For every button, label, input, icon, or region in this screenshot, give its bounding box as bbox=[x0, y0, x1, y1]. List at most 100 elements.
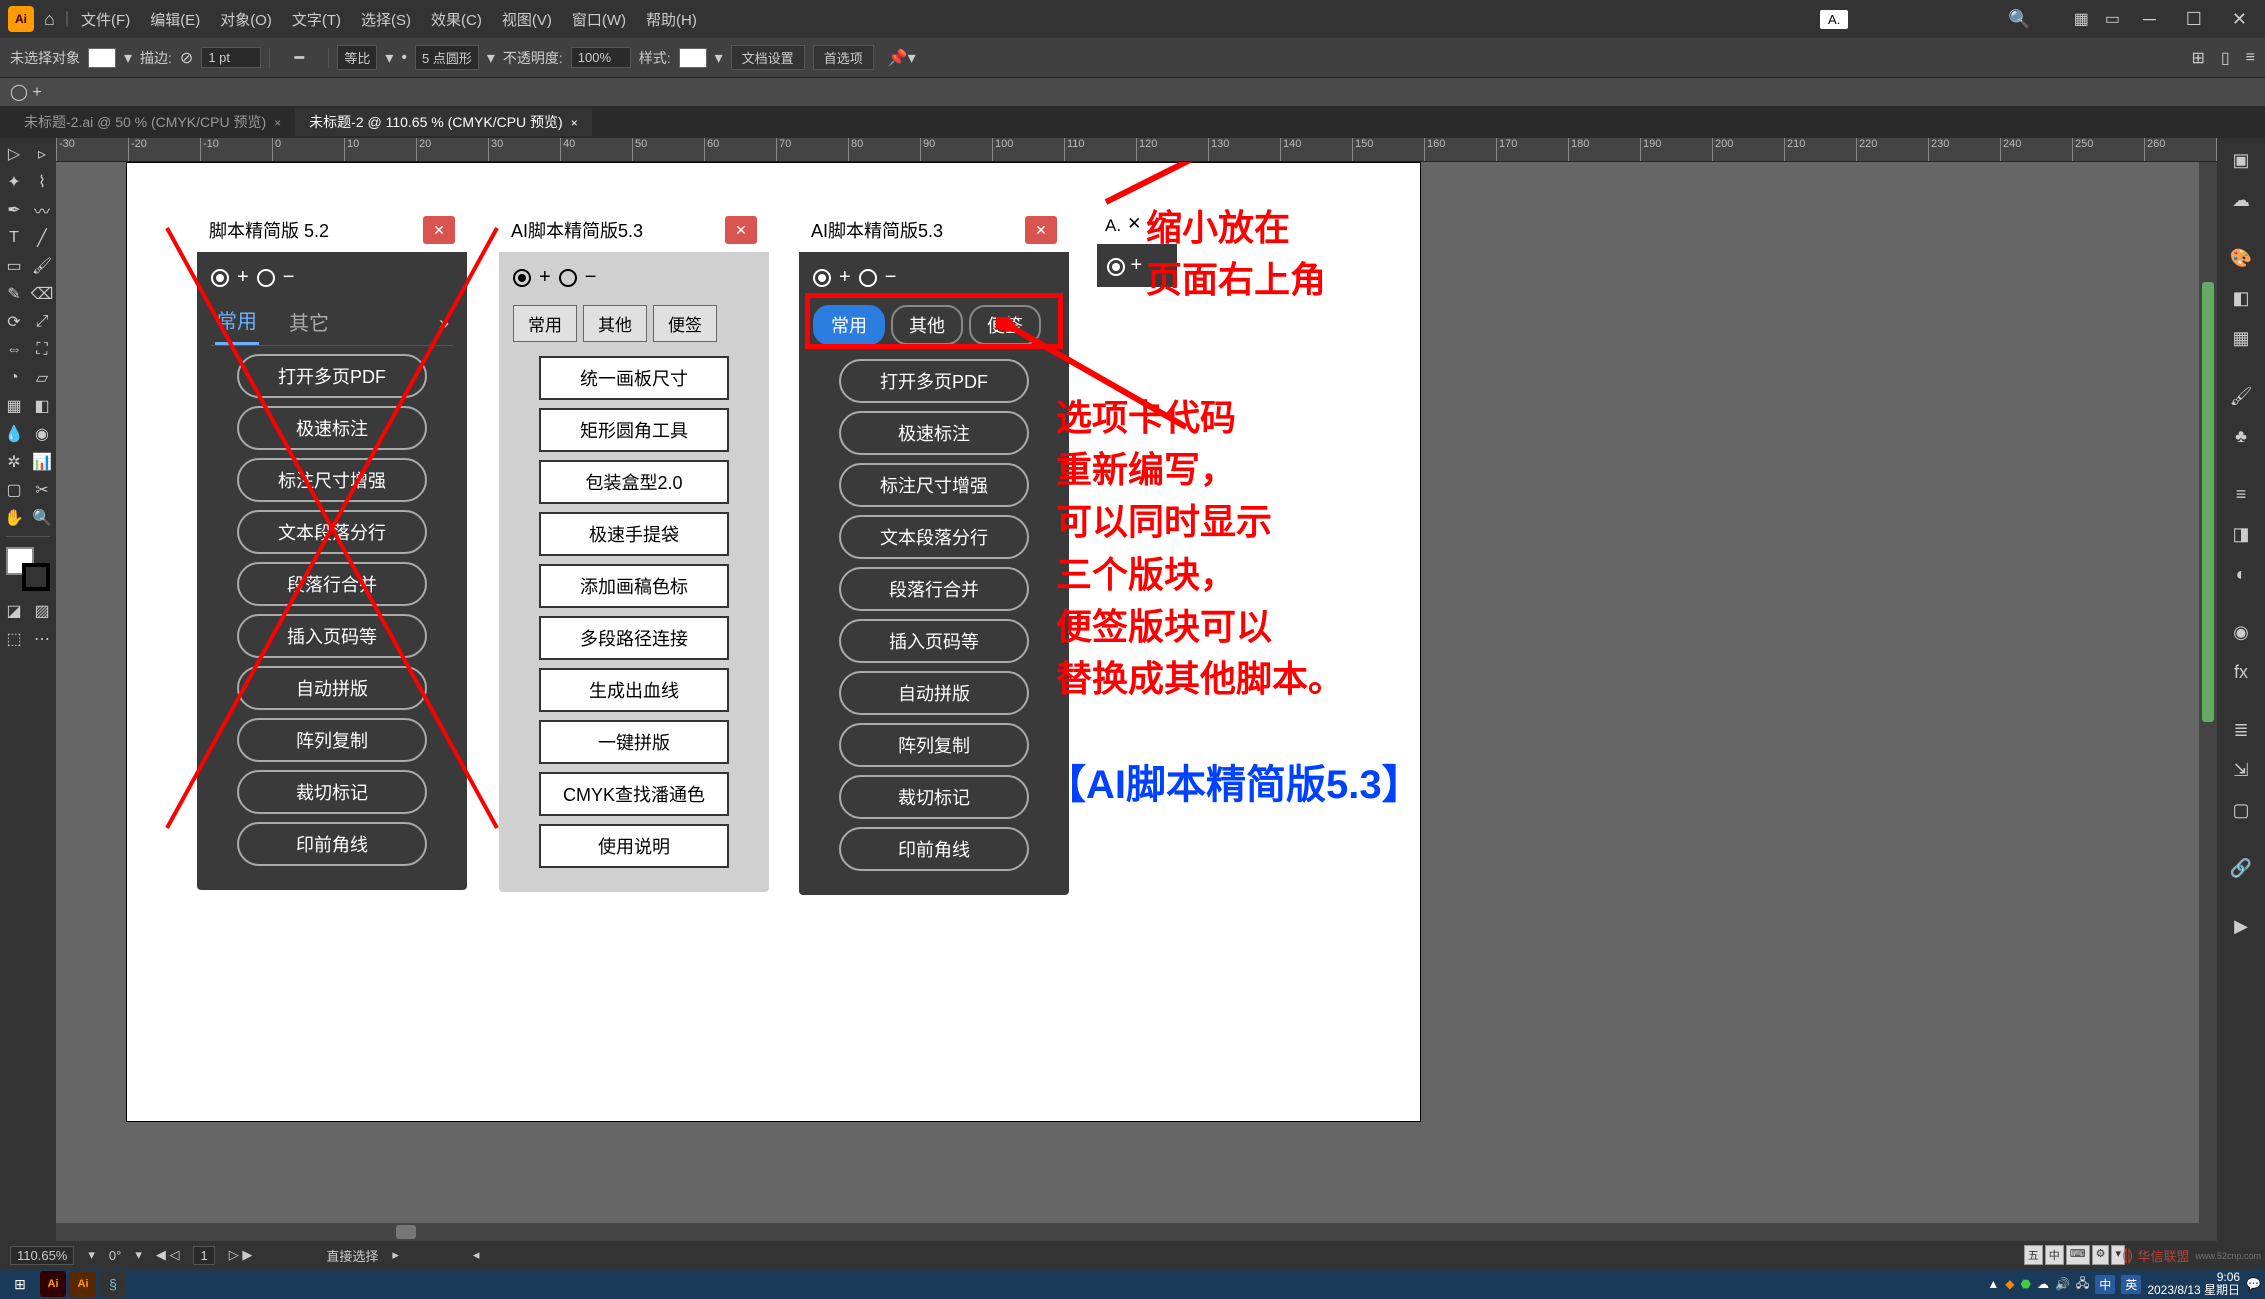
brush-dropdown[interactable]: 5 点圆形 bbox=[415, 45, 479, 70]
script-button[interactable]: 添加画稿色标 bbox=[539, 564, 729, 608]
asset-export-icon[interactable]: ⇲ bbox=[2223, 752, 2259, 788]
tab-common[interactable]: 常用 bbox=[813, 305, 885, 345]
close-icon[interactable]: ✕ bbox=[423, 216, 455, 244]
script-button[interactable]: 统一画板尺寸 bbox=[539, 356, 729, 400]
arrange-icon[interactable]: ▦ bbox=[2074, 9, 2089, 29]
script-button[interactable]: 文本段落分行 bbox=[839, 515, 1029, 559]
workspace-icon[interactable]: ▭ bbox=[2105, 9, 2120, 29]
menu-view[interactable]: 视图(V) bbox=[494, 5, 560, 34]
taskbar-ai-icon[interactable]: Ai bbox=[70, 1271, 96, 1297]
script-button[interactable]: 使用说明 bbox=[539, 824, 729, 868]
perspective-icon[interactable]: ▱ bbox=[28, 364, 56, 392]
tab-notes[interactable]: 便签 bbox=[969, 305, 1041, 345]
selection-tool-icon[interactable]: ▷ bbox=[0, 140, 28, 168]
menu-effect[interactable]: 效果(C) bbox=[423, 5, 490, 34]
radio-off-icon[interactable] bbox=[559, 269, 577, 287]
add-artboard-icon[interactable]: ◯ + bbox=[10, 82, 42, 102]
taskbar-clock[interactable]: 9:06 2023/8/13 星期日 bbox=[2147, 1271, 2240, 1297]
script-button[interactable]: 裁切标记 bbox=[839, 775, 1029, 819]
brush-tool-icon[interactable]: 🖌 bbox=[28, 252, 56, 280]
shape-builder-icon[interactable]: ◔ bbox=[0, 364, 28, 392]
artboard-tool-icon[interactable]: ▢ bbox=[0, 476, 28, 504]
brushes-panel-icon[interactable]: 🖌 bbox=[2223, 378, 2259, 414]
scrollbar-vertical[interactable] bbox=[2199, 162, 2217, 1223]
appearance-panel-icon[interactable]: ◉ bbox=[2223, 614, 2259, 650]
radio-on-icon[interactable] bbox=[211, 269, 229, 287]
stroke-weight-input[interactable] bbox=[201, 47, 261, 68]
search-icon[interactable]: 🔍 bbox=[2008, 9, 2030, 30]
home-icon[interactable]: ⌂ bbox=[44, 9, 55, 30]
direct-select-tool-icon[interactable]: ▹ bbox=[28, 140, 56, 168]
color-mode-icon[interactable]: ◪ bbox=[0, 597, 28, 625]
tray-icon[interactable]: ▲ bbox=[1987, 1277, 1999, 1291]
tray-network-icon[interactable]: 🖧 bbox=[2076, 1274, 2089, 1295]
script-button[interactable]: 极速标注 bbox=[839, 411, 1029, 455]
tab-other[interactable]: 其他 bbox=[583, 305, 647, 342]
script-button[interactable]: 阵列复制 bbox=[237, 718, 427, 762]
pen-tool-icon[interactable]: ✒ bbox=[0, 196, 28, 224]
chevron-icon[interactable]: ▸ bbox=[392, 1247, 399, 1263]
blend-tool-icon[interactable]: ◉ bbox=[28, 420, 56, 448]
script-button[interactable]: 生成出血线 bbox=[539, 668, 729, 712]
chevron-right-icon[interactable]: » bbox=[439, 313, 449, 334]
script-button[interactable]: 打开多页PDF bbox=[839, 359, 1029, 403]
scrollbar-horizontal[interactable] bbox=[56, 1223, 2217, 1241]
menu-edit[interactable]: 编辑(E) bbox=[142, 5, 208, 34]
ime-box[interactable]: 五 bbox=[2024, 1245, 2043, 1265]
script-button[interactable]: 段落行合并 bbox=[839, 567, 1029, 611]
doc-setup-button[interactable]: 文档设置 bbox=[731, 45, 805, 70]
zoom-level[interactable]: 110.65% bbox=[10, 1246, 74, 1265]
script-button[interactable]: 插入页码等 bbox=[237, 614, 427, 658]
lasso-tool-icon[interactable]: ⌇ bbox=[28, 168, 56, 196]
script-button[interactable]: 标注尺寸增强 bbox=[237, 458, 427, 502]
menu-type[interactable]: 文字(T) bbox=[284, 5, 349, 34]
rotation-value[interactable]: 0° bbox=[109, 1248, 121, 1263]
radio-on-icon[interactable] bbox=[813, 269, 831, 287]
gradient-mode-icon[interactable]: ▨ bbox=[28, 597, 56, 625]
libraries-panel-icon[interactable]: ☁ bbox=[2223, 182, 2259, 218]
ime-box[interactable]: ⌨ bbox=[2066, 1245, 2090, 1265]
stroke-panel-icon[interactable]: ≡ bbox=[2223, 476, 2259, 512]
links-panel-icon[interactable]: 🔗 bbox=[2223, 850, 2259, 886]
ime-indicator[interactable]: 英 bbox=[2121, 1275, 2141, 1294]
script-button[interactable]: 自动拼版 bbox=[839, 671, 1029, 715]
top-mini-panel[interactable]: A. bbox=[1820, 10, 1848, 29]
script-button[interactable]: 阵列复制 bbox=[839, 723, 1029, 767]
screen-mode-icon[interactable]: ⬚ bbox=[0, 625, 28, 653]
tray-icon[interactable]: ⬣ bbox=[2020, 1277, 2030, 1291]
script-button[interactable]: CMYK查找潘通色 bbox=[539, 772, 729, 816]
script-button[interactable]: 文本段落分行 bbox=[237, 510, 427, 554]
color-guide-icon[interactable]: ◧ bbox=[2223, 280, 2259, 316]
eyedropper-tool-icon[interactable]: 💧 bbox=[0, 420, 28, 448]
close-button[interactable]: ✕ bbox=[2222, 9, 2257, 30]
symbol-spray-icon[interactable]: ✲ bbox=[0, 448, 28, 476]
menu-select[interactable]: 选择(S) bbox=[353, 5, 419, 34]
menu-window[interactable]: 窗口(W) bbox=[564, 5, 634, 34]
script-button[interactable]: 极速标注 bbox=[237, 406, 427, 450]
script-button[interactable]: 矩形圆角工具 bbox=[539, 408, 729, 452]
tab-common[interactable]: 常用 bbox=[513, 305, 577, 342]
tray-volume-icon[interactable]: 🔊 bbox=[2055, 1277, 2070, 1291]
ime-box[interactable]: 中 bbox=[2045, 1245, 2064, 1265]
menu-object[interactable]: 对象(O) bbox=[212, 5, 280, 34]
gradient-panel-icon[interactable]: ◨ bbox=[2223, 516, 2259, 552]
play-icon[interactable]: ▶ bbox=[2223, 908, 2259, 944]
menu-file[interactable]: 文件(F) bbox=[73, 5, 138, 34]
artboard-nav[interactable]: ◀ ◁ bbox=[156, 1247, 180, 1263]
close-icon[interactable]: × bbox=[571, 116, 578, 130]
graphic-styles-icon[interactable]: fx bbox=[2223, 654, 2259, 690]
radio-off-icon[interactable] bbox=[257, 269, 275, 287]
close-icon[interactable]: ✕ bbox=[1025, 216, 1057, 244]
script-button[interactable]: 印前角线 bbox=[839, 827, 1029, 871]
mesh-tool-icon[interactable]: ▦ bbox=[0, 392, 28, 420]
minimize-button[interactable]: ─ bbox=[2133, 9, 2166, 30]
panel-dock-icon[interactable]: ▯ bbox=[2221, 48, 2230, 68]
opacity-input[interactable] bbox=[571, 47, 631, 68]
properties-panel-icon[interactable]: ▣ bbox=[2223, 142, 2259, 178]
script-button[interactable]: 印前角线 bbox=[237, 822, 427, 866]
curvature-tool-icon[interactable]: 〰 bbox=[28, 196, 56, 224]
tab-other[interactable]: 其它 bbox=[287, 303, 331, 344]
script-button[interactable]: 段落行合并 bbox=[237, 562, 427, 606]
magic-wand-tool-icon[interactable]: ✦ bbox=[0, 168, 28, 196]
swatches-panel-icon[interactable]: ▦ bbox=[2223, 320, 2259, 356]
